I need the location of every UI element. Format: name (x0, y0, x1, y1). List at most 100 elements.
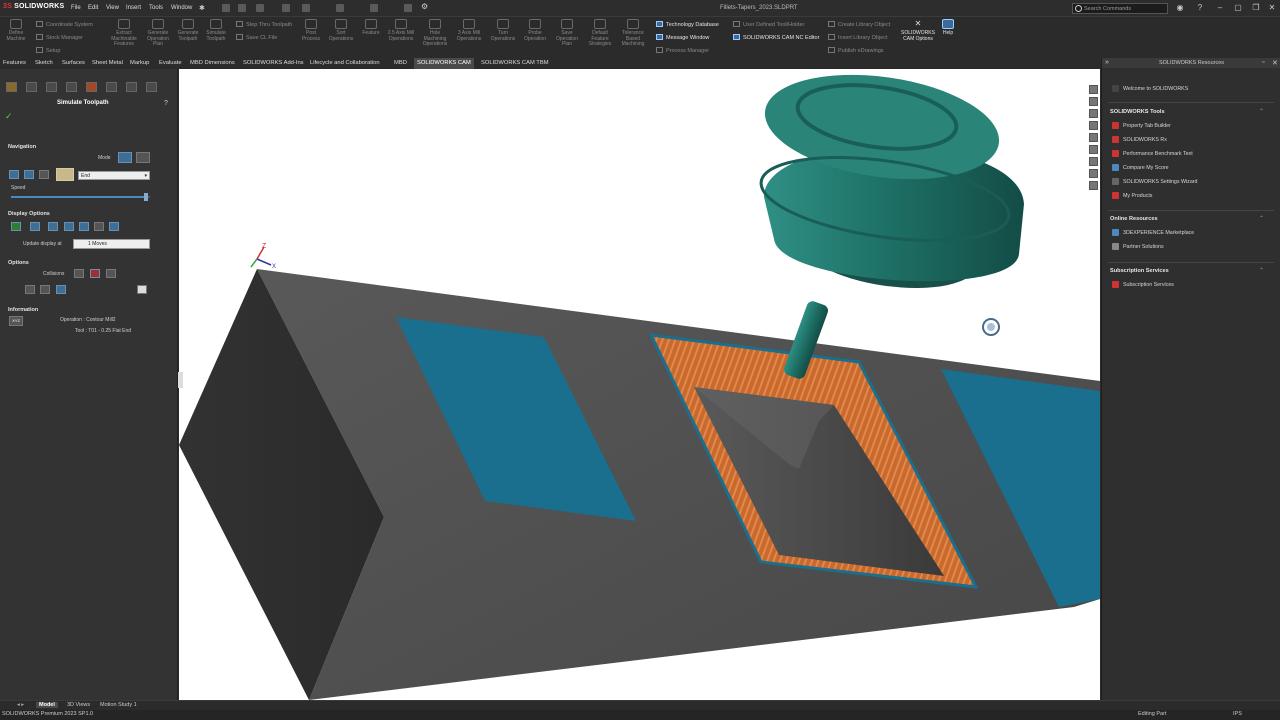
generate-toolpath-button[interactable]: Generate Toolpath (174, 19, 202, 42)
cam-tool-tree-icon[interactable] (146, 82, 157, 92)
option-a-icon[interactable] (25, 285, 35, 294)
turn-operations-button[interactable]: Turn Operations (488, 19, 518, 42)
tool-item-my-products[interactable]: My Products (1112, 192, 1152, 199)
menu-insert[interactable]: Insert (126, 5, 141, 11)
tab-solidworks-cam[interactable]: SOLIDWORKS CAM (414, 58, 474, 69)
tab-sketch[interactable]: Sketch (32, 58, 56, 69)
block-top-face[interactable] (257, 269, 1100, 700)
view-settings-icon[interactable] (1089, 157, 1098, 166)
process-manager-button[interactable]: Process Manager (656, 47, 709, 54)
collapse-subscription-icon[interactable]: ⌃ (1259, 267, 1264, 274)
mill-25-button[interactable]: 2.5 Axis Mill Operations (386, 19, 416, 42)
display-holder-icon[interactable] (64, 222, 74, 231)
print-icon[interactable] (302, 4, 310, 12)
display-manager-icon[interactable] (86, 82, 97, 92)
search-commands-input[interactable]: Search Commands (1072, 3, 1168, 14)
open-file-icon[interactable] (256, 4, 264, 12)
home-icon[interactable] (222, 4, 230, 12)
create-library-object-button[interactable]: Create Library Object (828, 21, 890, 28)
edit-appearance-icon[interactable] (1089, 133, 1098, 142)
display-part-icon[interactable] (30, 222, 40, 231)
display-settings-icon[interactable] (109, 222, 119, 231)
technology-database-button[interactable]: Technology Database (656, 21, 719, 28)
home-view-icon[interactable] (1089, 85, 1098, 94)
option-c-icon[interactable] (56, 285, 66, 294)
tool-item-rx[interactable]: SOLIDWORKS Rx (1112, 136, 1167, 143)
tab-mbd-dimensions[interactable]: MBD Dimensions (187, 58, 238, 69)
close-button[interactable]: ✕ (1266, 2, 1278, 14)
default-strategies-button[interactable]: Default Feature Strategies (584, 19, 616, 48)
tolerance-machining-button[interactable]: Tolerance Based Machining (616, 19, 650, 48)
pause-button[interactable] (56, 168, 74, 181)
rewind-icon[interactable] (9, 170, 19, 179)
online-item-marketplace[interactable]: 3DEXPERIENCE Marketplace (1112, 229, 1194, 236)
realview-icon[interactable] (1089, 181, 1098, 190)
menu-view[interactable]: View (106, 5, 119, 11)
rebuild-icon[interactable] (404, 4, 412, 12)
property-manager-icon[interactable] (26, 82, 37, 92)
section-view-icon[interactable] (1089, 169, 1098, 178)
nav-arrows-icon[interactable]: ◂ ▸ (14, 702, 27, 708)
display-path-icon[interactable] (79, 222, 89, 231)
collision-settings-icon[interactable] (106, 269, 116, 278)
select-icon[interactable] (370, 4, 378, 12)
update-display-input[interactable]: 1 Moves (73, 239, 150, 249)
maximize-button[interactable]: ❐ (1250, 2, 1262, 14)
mode-tool-button[interactable] (136, 152, 150, 163)
tab-surfaces[interactable]: Surfaces (59, 58, 88, 69)
extract-features-button[interactable]: Extract Machinable Features (108, 19, 140, 48)
message-window-button[interactable]: Message Window (656, 34, 709, 41)
option-clear-icon[interactable] (137, 285, 147, 294)
close-pane-icon[interactable]: ✕ (1272, 59, 1278, 67)
tab-motion-study[interactable]: Motion Study 1 (97, 702, 140, 708)
welcome-link[interactable]: Welcome to SOLIDWORKS (1112, 85, 1188, 92)
save-cl-button[interactable]: Save CL File (236, 34, 277, 41)
sort-operations-button[interactable]: Sort Operations (326, 19, 356, 42)
option-b-icon[interactable] (40, 285, 50, 294)
save-operation-plan-button[interactable]: Save Operation Plan (552, 19, 582, 48)
collision-check-icon[interactable] (74, 269, 84, 278)
subscription-item[interactable]: Subscription Services (1112, 281, 1174, 288)
speed-slider[interactable] (11, 193, 150, 201)
user-defined-tool-button[interactable]: User Defined Tool/Holder (733, 21, 804, 28)
ok-checkmark-icon[interactable]: ✓ (5, 111, 13, 122)
tab-mbd[interactable]: MBD (391, 58, 410, 69)
display-style-icon[interactable] (1089, 109, 1098, 118)
tab-lifecycle[interactable]: Lifecycle and Collaboration (307, 58, 383, 69)
graphics-viewport[interactable]: Z X (179, 69, 1100, 700)
status-units[interactable]: IPS (1233, 711, 1242, 717)
coordinate-system-button[interactable]: Coordinate System (36, 21, 93, 28)
hide-show-icon[interactable] (1089, 121, 1098, 130)
tab-evaluate[interactable]: Evaluate (156, 58, 185, 69)
step-thru-button[interactable]: Step Thru Toolpath (236, 21, 292, 28)
cam-feature-tree-icon[interactable] (106, 82, 117, 92)
tool-item-compare[interactable]: Compare My Score (1112, 164, 1169, 171)
display-stock-icon[interactable] (11, 222, 21, 231)
tab-markup[interactable]: Markup (127, 58, 152, 69)
dimxpert-icon[interactable] (66, 82, 77, 92)
apply-scene-icon[interactable] (1089, 145, 1098, 154)
probe-operation-button[interactable]: Probe Operation (520, 19, 550, 42)
define-machine-button[interactable]: Define Machine (2, 19, 30, 42)
collapse-tools-icon[interactable]: ⌃ (1259, 108, 1264, 115)
insert-library-object-button[interactable]: Insert Library Object (828, 34, 888, 41)
tab-cam-tbm[interactable]: SOLIDWORKS CAM TBM (478, 58, 552, 69)
feature-tree-icon[interactable] (6, 82, 17, 92)
user-icon[interactable]: ◉ (1174, 2, 1186, 14)
new-file-icon[interactable] (238, 4, 246, 12)
xyz-icon[interactable]: XYZ (9, 316, 23, 326)
menu-file[interactable]: File (71, 5, 81, 11)
view-orientation-icon[interactable] (1089, 97, 1098, 106)
cam-options-button[interactable]: ✕ SOLIDWORKS CAM Options (898, 19, 938, 42)
speed-thumb[interactable] (143, 193, 148, 201)
tool-item-settings-wizard[interactable]: SOLIDWORKS Settings Wizard (1112, 178, 1197, 185)
tab-addins[interactable]: SOLIDWORKS Add-Ins (240, 58, 307, 69)
tab-features[interactable]: Features (0, 58, 29, 69)
generate-plan-button[interactable]: Generate Operation Plan (143, 19, 173, 48)
feature-button[interactable]: Feature (358, 19, 384, 37)
expand-icon[interactable]: » (1105, 59, 1109, 66)
menu-tools[interactable]: Tools (149, 5, 163, 11)
minimize-button[interactable]: – (1214, 2, 1226, 14)
tool-item-property-tab[interactable]: Property Tab Builder (1112, 122, 1171, 129)
run-to-select[interactable]: End ▾ (78, 171, 150, 180)
